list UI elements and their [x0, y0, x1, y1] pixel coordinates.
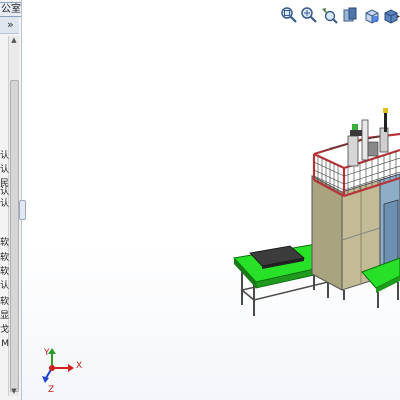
- triad-z-label: Z: [48, 385, 54, 395]
- tree-item[interactable]: M: [0, 338, 9, 350]
- top-mechanism: [347, 108, 389, 167]
- tree-item[interactable]: 戈: [0, 324, 9, 336]
- tree-item[interactable]: 认: [0, 150, 9, 162]
- triad-y-label: Y: [43, 348, 50, 358]
- tree-item[interactable]: 软: [0, 237, 9, 249]
- tree-item[interactable]: 认: [0, 280, 9, 292]
- tree-item[interactable]: 软: [0, 296, 9, 308]
- tree-item[interactable]: 认: [0, 164, 9, 176]
- scroll-up-icon[interactable]: ▲: [9, 36, 19, 45]
- coordinate-triad: Y X Z: [42, 348, 82, 395]
- scroll-down-icon[interactable]: ▼: [9, 387, 19, 396]
- panel-header-strip: »: [0, 17, 19, 34]
- machine-assembly-model[interactable]: Y X Z: [22, 0, 400, 400]
- triad-x-label: X: [76, 361, 82, 371]
- scroll-thumb[interactable]: [10, 80, 19, 392]
- panel-scrollbar[interactable]: ▲ ▼: [8, 36, 19, 396]
- panel-splitter-handle[interactable]: [19, 200, 26, 220]
- graphics-viewport[interactable]: Y X Z: [22, 0, 400, 400]
- tree-item[interactable]: 软: [0, 252, 9, 264]
- tree-item[interactable]: 显: [0, 310, 9, 322]
- tree-item[interactable]: 认: [0, 186, 9, 198]
- tree-item[interactable]: 认: [0, 198, 9, 210]
- tree-item[interactable]: 软: [0, 266, 9, 278]
- expand-panel-icon[interactable]: »: [7, 18, 14, 31]
- document-title-tab[interactable]: 公室产品: [0, 2, 21, 17]
